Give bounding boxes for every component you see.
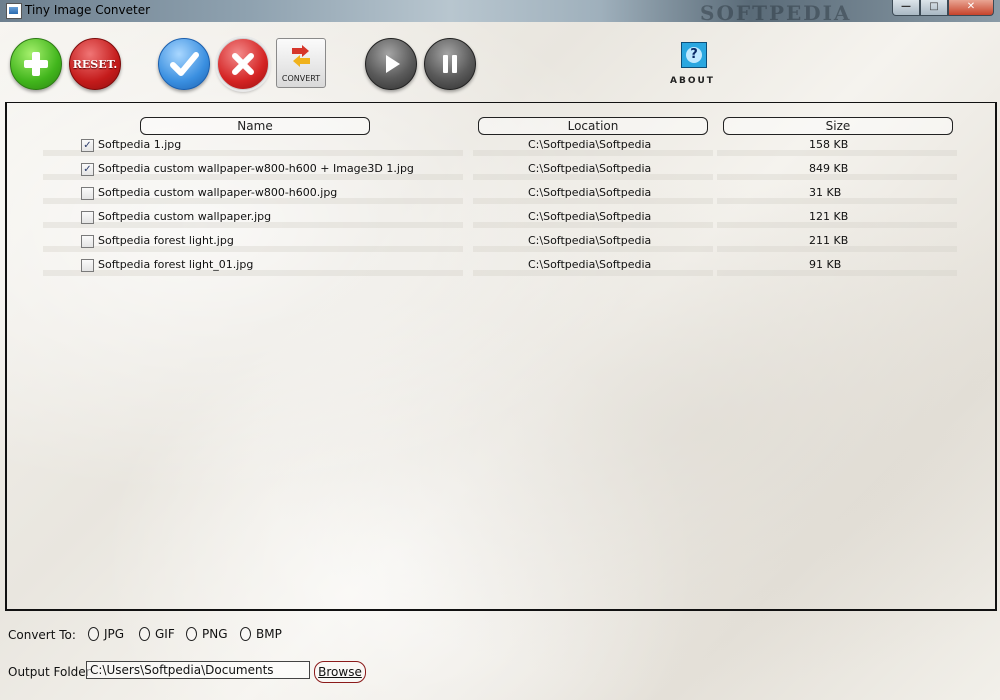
row-checkbox[interactable] [81, 187, 94, 200]
file-name: Softpedia custom wallpaper.jpg [98, 210, 272, 223]
radio-label: BMP [256, 627, 282, 641]
file-name: Softpedia custom wallpaper-w800-h600 + I… [98, 162, 414, 175]
file-size: 91 KB [809, 258, 842, 271]
browse-button[interactable]: Browse [314, 661, 366, 683]
file-name: Softpedia forest light_01.jpg [98, 258, 254, 271]
row-checkbox[interactable]: ✓ [81, 163, 94, 176]
table-row[interactable]: Softpedia custom wallpaper-w800-h600.jpg… [43, 184, 963, 206]
row-checkbox[interactable] [81, 259, 94, 272]
question-icon: ? [681, 42, 707, 68]
app-icon [6, 3, 22, 19]
about-button[interactable]: ? ABOUT [668, 40, 718, 92]
radio-button[interactable] [88, 627, 99, 641]
maximize-button[interactable]: □ [920, 0, 948, 16]
table-row[interactable]: ✓ Softpedia 1.jpg C:\Softpedia\Softpedia… [43, 136, 963, 158]
column-header-location[interactable]: Location [478, 117, 708, 135]
row-checkbox[interactable] [81, 235, 94, 248]
radio-button[interactable] [139, 627, 150, 641]
play-button[interactable] [365, 38, 417, 90]
window-controls: — □ ✕ [892, 0, 994, 16]
check-all-button[interactable] [158, 38, 210, 90]
file-size: 211 KB [809, 234, 849, 247]
column-header-size[interactable]: Size [723, 117, 953, 135]
convert-button[interactable]: CONVERT [276, 38, 326, 88]
radio-bmp[interactable]: BMP [240, 627, 282, 641]
output-folder-input[interactable] [86, 661, 310, 679]
radio-label: PNG [202, 627, 228, 641]
table-row[interactable]: Softpedia forest light_01.jpg C:\Softped… [43, 256, 963, 278]
convert-label: CONVERT [281, 74, 321, 83]
plus-icon [24, 52, 48, 76]
file-location: C:\Softpedia\Softpedia [528, 234, 652, 247]
row-checkbox[interactable] [81, 211, 94, 224]
table-row[interactable]: Softpedia custom wallpaper.jpg C:\Softpe… [43, 208, 963, 230]
file-name: Softpedia 1.jpg [98, 138, 182, 151]
radio-button[interactable] [186, 627, 197, 641]
radio-png[interactable]: PNG [186, 627, 228, 641]
window-title: Tiny Image Conveter [25, 3, 151, 17]
x-mark-icon [232, 53, 254, 75]
radio-label: GIF [155, 627, 175, 641]
minimize-button[interactable]: — [892, 0, 920, 16]
row-checkbox[interactable]: ✓ [81, 139, 94, 152]
convert-arrows-icon [292, 45, 310, 67]
file-name: Softpedia custom wallpaper-w800-h600.jpg [98, 186, 338, 199]
checkmark-icon [170, 52, 199, 76]
play-icon [386, 55, 400, 73]
pause-icon [443, 55, 457, 73]
file-size: 158 KB [809, 138, 849, 151]
convert-to-label: Convert To: [8, 628, 76, 642]
file-size: 31 KB [809, 186, 842, 199]
table-row[interactable]: Softpedia forest light.jpg C:\Softpedia\… [43, 232, 963, 254]
uncheck-all-button[interactable] [217, 38, 269, 90]
close-button[interactable]: ✕ [948, 0, 994, 16]
reset-label: RESET. [72, 57, 118, 71]
file-location: C:\Softpedia\Softpedia [528, 138, 652, 151]
file-location: C:\Softpedia\Softpedia [528, 210, 652, 223]
pause-button[interactable] [424, 38, 476, 90]
column-header-name[interactable]: Name [140, 117, 370, 135]
radio-label: JPG [104, 627, 125, 641]
file-location: C:\Softpedia\Softpedia [528, 258, 652, 271]
radio-button[interactable] [240, 627, 251, 641]
output-folder-label: Output Folder [8, 665, 91, 679]
file-size: 121 KB [809, 210, 849, 223]
radio-gif[interactable]: GIF [139, 627, 175, 641]
file-location: C:\Softpedia\Softpedia [528, 162, 652, 175]
add-files-button[interactable] [10, 38, 62, 90]
about-label: ABOUT [670, 76, 715, 86]
file-name: Softpedia forest light.jpg [98, 234, 234, 247]
file-table: Name Location Size ✓ Softpedia 1.jpg C:\… [5, 102, 997, 611]
radio-jpg[interactable]: JPG [88, 627, 124, 641]
table-row[interactable]: ✓ Softpedia custom wallpaper-w800-h600 +… [43, 160, 963, 182]
title-bar: Tiny Image Conveter SOFTPEDIA — □ ✕ [0, 0, 1000, 25]
file-location: C:\Softpedia\Softpedia [528, 186, 652, 199]
file-size: 849 KB [809, 162, 849, 175]
reset-button[interactable]: RESET. [69, 38, 121, 90]
